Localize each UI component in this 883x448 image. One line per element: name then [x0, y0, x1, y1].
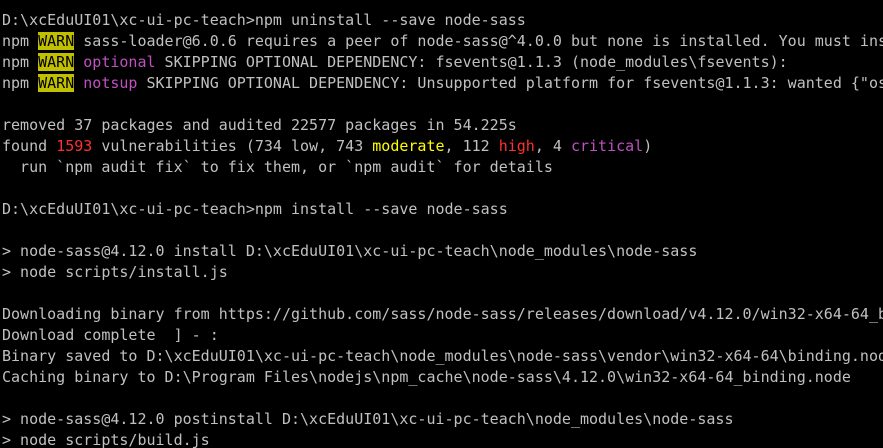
highlighted-keyword: critical [570, 137, 644, 155]
output-text: > node-sass@4.12.0 postinstall D:\xcEduU… [2, 410, 734, 428]
output-text: Download complete ] - : [2, 326, 219, 344]
terminal-line: D:\xcEduUI01\xc-ui-pc-teach>npm install … [2, 199, 883, 220]
terminal-line: npm WARN sass-loader@6.0.6 requires a pe… [2, 31, 883, 52]
terminal-line: Caching binary to D:\Program Files\nodej… [2, 367, 883, 388]
output-text: , 112 [444, 137, 499, 155]
terminal-line: > node-sass@4.12.0 install D:\xcEduUI01\… [2, 241, 883, 262]
output-text: D:\xcEduUI01\xc-ui-pc-teach>npm uninstal… [2, 11, 526, 29]
terminal-line: > node scripts/install.js [2, 262, 883, 283]
output-text: Downloading binary from https://github.c… [2, 305, 883, 323]
output-text: vulnerabilities (734 low, 743 [92, 137, 373, 155]
output-text: run `npm audit fix` to fix them, or `npm… [2, 158, 553, 176]
terminal-line: run `npm audit fix` to fix them, or `npm… [2, 157, 883, 178]
output-text: Binary saved to D:\xcEduUI01\xc-ui-pc-te… [2, 347, 883, 365]
terminal-line: > node scripts/build.js [2, 430, 883, 448]
terminal-line: Binary saved to D:\xcEduUI01\xc-ui-pc-te… [2, 346, 883, 367]
output-text: removed 37 packages and audited 22577 pa… [2, 116, 517, 134]
warn-badge: WARN [38, 53, 75, 71]
terminal-window[interactable]: D:\xcEduUI01\xc-ui-pc-teach>npm uninstal… [0, 0, 883, 448]
severity-moderate-text: moderate [372, 137, 445, 155]
output-text: ) [643, 137, 653, 155]
output-text: npm [2, 74, 39, 92]
output-text: sass-loader@6.0.6 requires a peer of nod… [74, 32, 883, 50]
output-text: Caching binary to D:\Program Files\nodej… [2, 368, 851, 386]
terminal-line: > node-sass@4.12.0 postinstall D:\xcEduU… [2, 409, 883, 430]
output-text: D:\xcEduUI01\xc-ui-pc-teach>npm install … [2, 200, 508, 218]
terminal-line: Download complete ] - : [2, 325, 883, 346]
output-text: > node-sass@4.12.0 install D:\xcEduUI01\… [2, 242, 698, 260]
output-text: npm [2, 32, 39, 50]
warn-badge: WARN [38, 74, 75, 92]
output-text: , 4 [534, 137, 571, 155]
terminal-line: npm WARN notsup SKIPPING OPTIONAL DEPEND… [2, 73, 883, 94]
output-text: > node scripts/install.js [2, 263, 228, 281]
terminal-line: npm WARN optional SKIPPING OPTIONAL DEPE… [2, 52, 883, 73]
output-text: found [2, 137, 57, 155]
terminal-line: D:\xcEduUI01\xc-ui-pc-teach>npm uninstal… [2, 10, 883, 31]
output-text: npm [2, 53, 39, 71]
output-text: SKIPPING OPTIONAL DEPENDENCY: fsevents@1… [155, 53, 788, 71]
warn-badge: WARN [38, 32, 75, 50]
terminal-output: D:\xcEduUI01\xc-ui-pc-teach>npm uninstal… [2, 10, 883, 448]
highlighted-keyword: optional [83, 53, 156, 71]
terminal-line: Downloading binary from https://github.c… [2, 304, 883, 325]
severity-high-text: high [498, 137, 535, 155]
highlighted-keyword: notsup [83, 74, 138, 92]
output-text: > node scripts/build.js [2, 431, 210, 448]
severity-high-text: 1593 [56, 137, 93, 155]
output-text: SKIPPING OPTIONAL DEPENDENCY: Unsupporte… [137, 74, 883, 92]
terminal-line: removed 37 packages and audited 22577 pa… [2, 115, 883, 136]
terminal-line: found 1593 vulnerabilities (734 low, 743… [2, 136, 883, 157]
